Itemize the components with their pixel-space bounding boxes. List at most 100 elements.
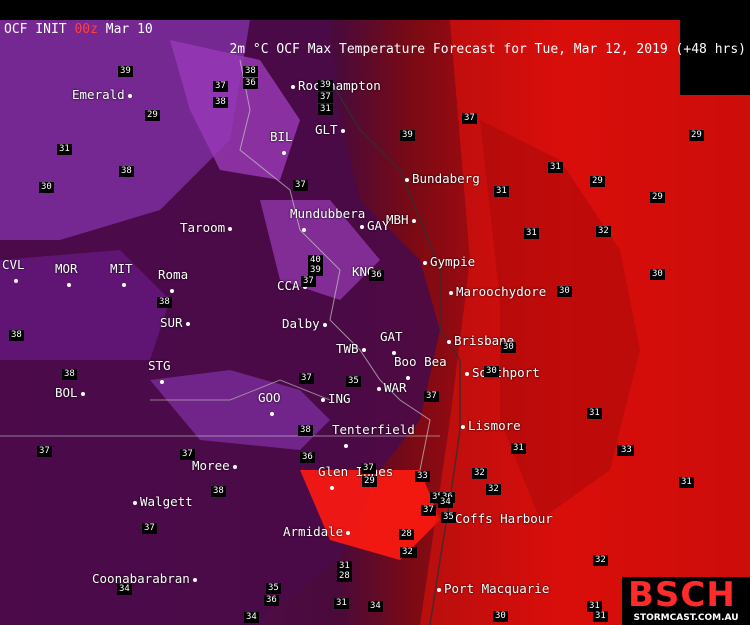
contour-temp-label: 28 <box>399 529 414 540</box>
city-name: Gympie <box>430 254 476 269</box>
contour-temp-label: 39 <box>308 265 323 276</box>
city-name: TWB <box>336 341 359 356</box>
city-label: MOR <box>55 261 78 291</box>
city-name: STG <box>148 358 171 373</box>
contour-temp-label: 37 <box>301 276 316 287</box>
contour-temp-label: 34 <box>368 601 383 612</box>
contour-temp-label: 38 <box>119 166 134 177</box>
city-marker-icon <box>447 339 451 344</box>
city-marker-icon <box>361 347 366 352</box>
city-marker-icon <box>423 260 427 265</box>
city-label: MIT <box>110 261 133 291</box>
contour-temp-label: 29 <box>590 176 605 187</box>
city-marker-icon <box>282 150 286 155</box>
contour-temp-label: 30 <box>650 269 665 280</box>
map-title: 2m °C OCF Max Temperature Forecast for T… <box>229 42 746 57</box>
contour-temp-label: 32 <box>472 468 487 479</box>
city-name: CCA <box>277 278 300 293</box>
city-name: CVL <box>2 257 25 272</box>
contour-temp-label: 37 <box>180 449 195 460</box>
city-marker-icon <box>461 424 465 429</box>
city-name: GOO <box>258 390 281 405</box>
city-marker-icon <box>330 485 334 490</box>
city-marker-icon <box>122 282 126 287</box>
city-name: Taroom <box>180 220 226 235</box>
contour-temp-label: 29 <box>362 476 377 487</box>
city-label: Mundubbera <box>290 206 365 236</box>
city-label: BIL <box>270 129 293 159</box>
city-marker-icon <box>192 577 197 582</box>
city-name: MBH <box>386 212 409 227</box>
city-label: Coffs Harbour <box>445 511 553 526</box>
city-marker-icon <box>170 288 174 293</box>
header-bar: OCF INIT 00z Mar 10 2m °C OCF Max Temper… <box>0 0 750 57</box>
contour-temp-label: 31 <box>548 162 563 173</box>
contour-temp-label: 37 <box>421 505 436 516</box>
contour-temp-label: 34 <box>117 584 132 595</box>
city-name: BOL <box>55 385 78 400</box>
city-name: Armidale <box>283 524 344 539</box>
city-name: WAR <box>384 380 407 395</box>
city-label: Emerald <box>72 87 135 102</box>
city-name: Moree <box>192 458 230 473</box>
city-name: MIT <box>110 261 133 276</box>
city-marker-icon <box>346 530 351 535</box>
city-name: Glen Innes <box>318 464 394 479</box>
contour-temp-label: 31 <box>334 598 349 609</box>
contour-temp-label: 36 <box>264 595 279 606</box>
contour-temp-label: 35 <box>266 583 281 594</box>
city-label: Taroom <box>180 220 235 235</box>
city-label: Roma <box>158 267 188 297</box>
city-marker-icon <box>437 587 441 592</box>
model-run: 00z <box>74 22 98 37</box>
city-marker-icon <box>302 227 306 232</box>
city-label: Bundaberg <box>402 171 480 186</box>
city-label: GAY <box>357 218 390 233</box>
contour-temp-label: 31 <box>524 228 539 239</box>
city-label: Dalby <box>282 316 330 331</box>
city-marker-icon <box>291 84 295 89</box>
contour-temp-label: 37 <box>142 523 157 534</box>
contour-temp-label: 30 <box>501 342 516 353</box>
contour-temp-label: 37 <box>424 391 439 402</box>
contour-temp-label: 33 <box>619 445 634 456</box>
city-label: WAR <box>374 380 407 395</box>
city-label: Rockhampton <box>288 78 381 93</box>
contour-temp-label: 36 <box>300 452 315 463</box>
city-name: Rockhampton <box>298 78 381 93</box>
city-name: Coffs Harbour <box>455 511 553 526</box>
city-label: GOO <box>258 390 281 420</box>
city-label: Lismore <box>458 418 521 433</box>
city-label: CVL <box>2 257 25 287</box>
contour-temp-label: 29 <box>145 110 160 121</box>
contour-temp-label: 28 <box>337 571 352 582</box>
city-marker-icon <box>232 464 237 469</box>
contour-temp-label: 31 <box>679 477 694 488</box>
contour-temp-label: 29 <box>689 130 704 141</box>
contour-temp-label: 38 <box>243 66 258 77</box>
contour-temp-label: 32 <box>596 226 611 237</box>
city-name: Roma <box>158 267 189 282</box>
bsch-logo: BSCH STORMCAST.COM.AU <box>622 575 750 625</box>
contour-temp-label: 37 <box>37 446 52 457</box>
city-label: GLT <box>315 122 348 137</box>
contour-temp-label: 36 <box>243 78 258 89</box>
contour-temp-label: 39 <box>318 80 333 91</box>
city-label: Port Macquarie <box>434 581 549 596</box>
contour-temp-label: 38 <box>211 486 226 497</box>
city-label: Southport <box>462 365 540 380</box>
forecast-map: OCF INIT 00z Mar 10 2m °C OCF Max Temper… <box>0 0 750 625</box>
contour-temp-label: 31 <box>511 443 526 454</box>
city-marker-icon <box>405 177 409 182</box>
city-label: Glen Innes <box>318 464 393 494</box>
contour-temp-label: 37 <box>293 180 308 191</box>
contour-temp-label: 31 <box>318 104 333 115</box>
city-marker-icon <box>14 278 18 283</box>
city-label: Coonabarabran <box>92 571 200 586</box>
contour-temp-label: 38 <box>298 425 313 436</box>
city-name: SUR <box>160 315 183 330</box>
contour-temp-label: 32 <box>486 484 501 495</box>
city-marker-icon <box>340 128 345 133</box>
contour-temp-label: 30 <box>39 182 54 193</box>
contour-temp-label: 37 <box>361 463 376 474</box>
